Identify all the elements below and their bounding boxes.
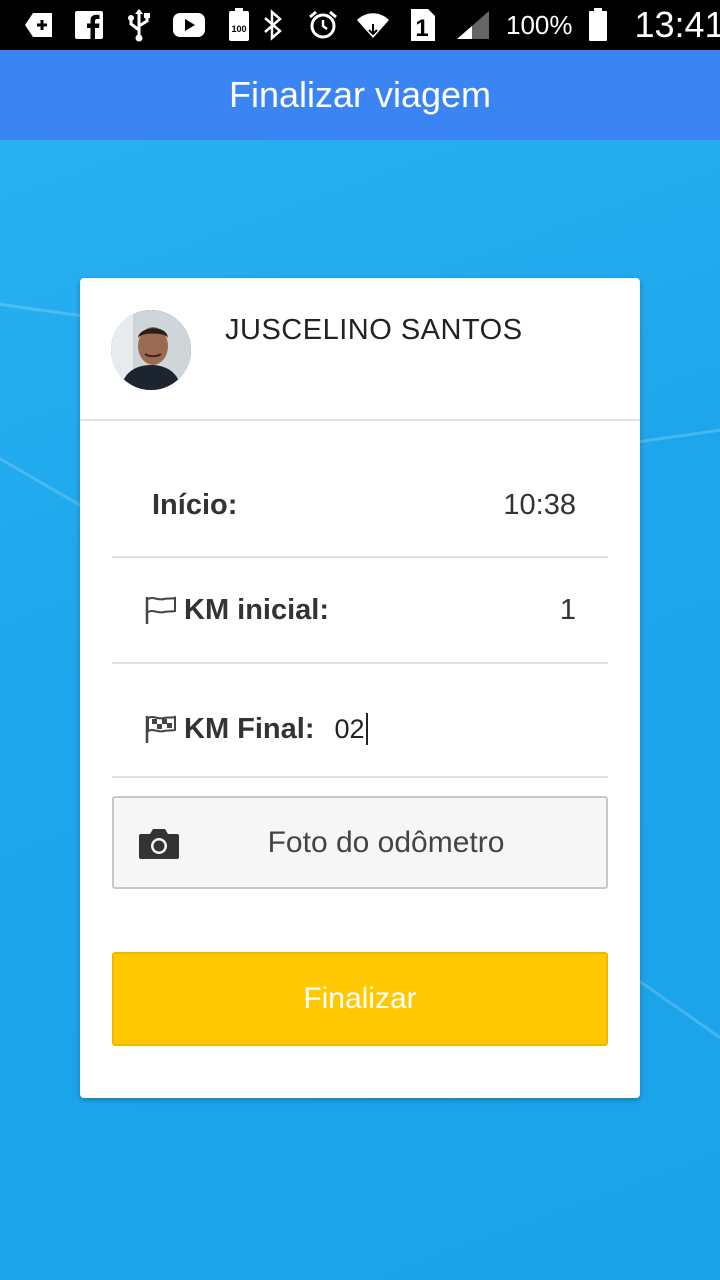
usb-icon	[122, 8, 156, 42]
finish-button-label: Finalizar	[303, 982, 417, 1015]
km-end-input-value[interactable]: 02	[335, 714, 365, 745]
background-streak	[639, 423, 720, 443]
wifi-icon	[356, 8, 390, 42]
km-end-row: KM Final: 02	[112, 664, 608, 778]
app-bar: Finalizar viagem	[0, 50, 720, 140]
battery-icon	[581, 8, 615, 42]
km-end-input[interactable]: 02	[335, 713, 368, 745]
flag-icon	[144, 595, 178, 625]
km-start-row: KM inicial: 1	[112, 558, 608, 664]
signal-icon	[456, 8, 490, 42]
camera-icon	[138, 826, 180, 860]
card-header: JUSCELINO SANTOS	[80, 278, 640, 421]
battery-saver-icon: 100	[222, 8, 256, 42]
svg-text:100: 100	[231, 24, 246, 34]
battery-percent: 100%	[506, 9, 573, 40]
status-bar: 100 1 100% 13:41	[0, 0, 720, 50]
bluetooth-icon	[256, 8, 290, 42]
user-name: JUSCELINO SANTOS	[225, 314, 523, 346]
trip-card: JUSCELINO SANTOS Início: 10:38 KM inicia…	[80, 278, 640, 1098]
youtube-icon	[172, 8, 206, 42]
start-time-value: 10:38	[503, 488, 576, 521]
start-time-row: Início: 10:38	[112, 423, 608, 558]
odometer-photo-label: Foto do odômetro	[267, 825, 505, 859]
km-start-label: KM inicial:	[184, 593, 330, 626]
odometer-photo-button[interactable]: Foto do odômetro	[112, 796, 608, 889]
finish-button[interactable]: Finalizar	[112, 952, 608, 1046]
start-time-label: Início:	[152, 488, 238, 521]
checkered-flag-icon	[144, 714, 178, 744]
facebook-icon	[72, 8, 106, 42]
sim-1-icon: 1	[406, 8, 440, 42]
page-title: Finalizar viagem	[228, 74, 492, 115]
clock: 13:41	[634, 4, 720, 45]
alarm-icon	[306, 8, 340, 42]
background-streak	[0, 440, 92, 513]
back-box-icon	[22, 8, 56, 42]
text-caret	[365, 713, 368, 745]
svg-text:1: 1	[415, 15, 428, 42]
km-end-label: KM Final:	[184, 712, 315, 745]
km-start-value: 1	[559, 593, 576, 626]
avatar[interactable]	[111, 310, 191, 390]
background-streak	[639, 980, 720, 1052]
